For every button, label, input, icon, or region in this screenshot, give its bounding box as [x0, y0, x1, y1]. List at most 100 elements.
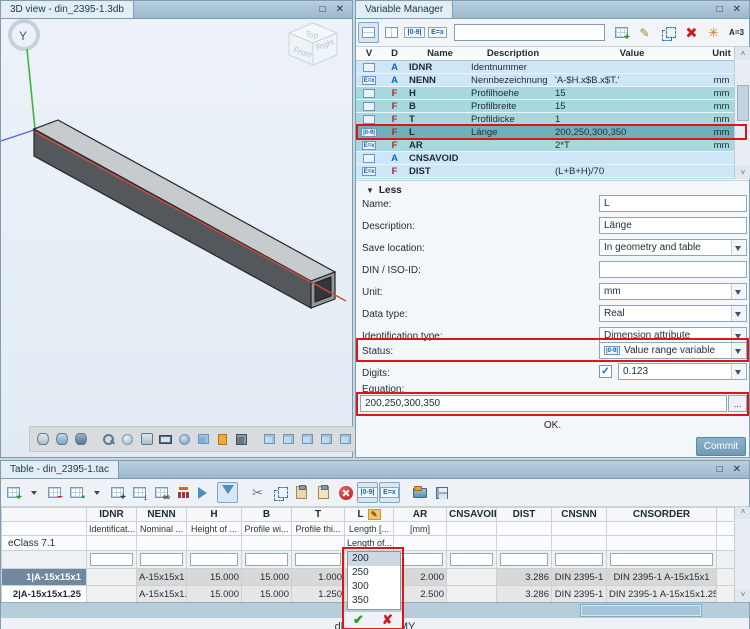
delete-variable-icon[interactable] — [680, 22, 701, 43]
delete-icon[interactable] — [335, 482, 356, 503]
col-v[interactable]: V — [356, 48, 382, 59]
chevron-down-icon[interactable] — [731, 328, 746, 343]
variable-row-b[interactable]: F B Profilbreite 15 mm — [356, 100, 734, 113]
paste-icon[interactable] — [291, 482, 312, 503]
edit-variable-icon[interactable]: ✎ — [634, 22, 655, 43]
col-cnsnn[interactable]: CNSNN — [552, 508, 607, 522]
sheet-icon[interactable] — [214, 430, 231, 449]
maximize-icon[interactable]: □ — [717, 465, 723, 475]
list-item[interactable]: 350 — [348, 594, 400, 608]
hidden-line-view-icon[interactable] — [72, 430, 89, 449]
data-type-select[interactable]: Real — [599, 305, 747, 322]
col-b[interactable]: B — [242, 508, 292, 522]
list-item[interactable]: 200 — [348, 552, 400, 566]
col-unit[interactable]: Unit — [709, 48, 734, 59]
table-tab[interactable]: Table - din_2395-1.tac — [1, 461, 119, 478]
equation-browse-button[interactable]: ... — [728, 395, 747, 412]
cancel-icon[interactable]: ✘ — [382, 612, 393, 628]
close-icon[interactable]: ✕ — [733, 465, 741, 475]
din-iso-field[interactable] — [599, 261, 747, 278]
viewport-icon[interactable] — [157, 430, 174, 449]
iso-view-4-icon[interactable] — [318, 430, 335, 449]
filter-cnsavoid[interactable] — [447, 551, 497, 569]
split-horizontal-icon[interactable] — [358, 22, 379, 43]
vm-scrollbar[interactable]: ˄ ˅ — [734, 47, 750, 179]
variable-row-nenn[interactable]: E=x A NENN Nennbezeichnung 'A-$H.x$B.x$T… — [356, 74, 734, 87]
iso-view-5-icon[interactable] — [337, 430, 354, 449]
scroll-up-icon[interactable]: ˄ — [735, 507, 750, 519]
variable-row-t[interactable]: F T Profildicke 1 mm — [356, 113, 734, 126]
col-dist[interactable]: DIST — [497, 508, 552, 522]
wireframe-view-icon[interactable] — [34, 430, 51, 449]
variable-row-idnr[interactable]: A IDNR Identnummer — [356, 61, 734, 74]
filter-h[interactable] — [187, 551, 242, 569]
expression-filter-icon[interactable]: E=x — [427, 22, 448, 43]
chevron-down-icon[interactable] — [731, 306, 746, 321]
variable-row-cnsavoid[interactable]: A CNSAVOID — [356, 152, 734, 165]
copy-variable-icon[interactable] — [657, 22, 678, 43]
section-view-icon[interactable] — [195, 430, 212, 449]
add-column-icon[interactable]: + — [107, 482, 128, 503]
list-item[interactable]: 300 — [348, 580, 400, 594]
digits-select[interactable]: 0.123 — [618, 363, 747, 380]
col-d[interactable]: D — [382, 48, 407, 59]
list-item[interactable]: 250 — [348, 566, 400, 580]
add-variable-icon[interactable]: + — [611, 22, 632, 43]
insert-table-dropdown-icon[interactable] — [88, 484, 106, 502]
variable-row-h[interactable]: F H Profilhoehe 15 mm — [356, 87, 734, 100]
less-expander[interactable]: ▼ Less — [366, 185, 402, 196]
col-name[interactable]: Name — [407, 48, 471, 59]
chevron-down-icon[interactable] — [731, 364, 746, 379]
scroll-down-icon[interactable]: ˅ — [735, 590, 750, 602]
open-table-icon[interactable] — [409, 482, 430, 503]
l-value-list[interactable]: 200 250 300 350 — [347, 551, 401, 610]
col-nenn[interactable]: NENN — [137, 508, 187, 522]
filter-nenn[interactable] — [137, 551, 187, 569]
beam-side-face[interactable] — [34, 129, 311, 308]
name-field[interactable]: L — [599, 195, 747, 212]
split-vertical-icon[interactable] — [381, 22, 402, 43]
step-right-icon[interactable] — [195, 482, 216, 503]
value-range-filter-icon[interactable]: |0-9| — [404, 22, 425, 43]
move-column-icon[interactable]: ↓ — [129, 482, 150, 503]
col-idnr[interactable]: IDNR — [87, 508, 137, 522]
col-h[interactable]: H — [187, 508, 242, 522]
paste-special-icon[interactable] — [313, 482, 334, 503]
filter-cnsorder[interactable] — [607, 551, 717, 569]
col-cnsorder[interactable]: CNSORDER — [607, 508, 717, 522]
chevron-down-icon[interactable] — [731, 284, 746, 299]
delete-row-icon[interactable]: − — [44, 482, 65, 503]
insert-table-icon[interactable]: ▪ — [66, 482, 87, 503]
iso-view-3-icon[interactable] — [299, 430, 316, 449]
filter-idnr[interactable] — [87, 551, 137, 569]
assign-value-icon[interactable]: A=3 — [726, 22, 747, 43]
accept-icon[interactable]: ✔ — [353, 612, 364, 628]
sphere-shading-icon[interactable] — [119, 430, 136, 449]
equation-field[interactable]: 200,250,300,350 — [360, 395, 727, 412]
chevron-down-icon[interactable] — [731, 240, 746, 255]
iso-view-2-icon[interactable] — [280, 430, 297, 449]
beam-top-face[interactable] — [34, 120, 335, 281]
view-cube[interactable]: Top Front Right — [289, 23, 337, 65]
close-icon[interactable]: ✕ — [336, 5, 344, 15]
col-value[interactable]: Value — [555, 48, 709, 59]
solid-view-icon[interactable] — [233, 430, 250, 449]
expression-toggle-icon[interactable]: E=x — [379, 482, 400, 503]
search-input[interactable] — [454, 24, 605, 41]
filter-dist[interactable] — [497, 551, 552, 569]
scroll-down-icon[interactable]: ˅ — [735, 166, 750, 179]
variable-row-partial[interactable]: E=x CNSNN 'DIN 2395-1' — [356, 178, 734, 179]
render-mode-icon[interactable] — [138, 430, 155, 449]
settings-icon[interactable]: ✳ — [703, 22, 724, 43]
digits-checkbox[interactable]: ✓ — [599, 365, 612, 378]
vm-scrollbar-thumb[interactable] — [737, 85, 749, 121]
status-select[interactable]: |0-9| Value range variable — [599, 342, 747, 359]
col-t[interactable]: T — [292, 508, 345, 522]
iso-view-1-icon[interactable] — [261, 430, 278, 449]
copy-icon[interactable] — [269, 482, 290, 503]
add-row-icon[interactable]: + — [3, 482, 24, 503]
close-icon[interactable]: ✕ — [733, 5, 741, 15]
col-cnsavoid[interactable]: CNSAVOID — [447, 508, 497, 522]
vm-tab[interactable]: Variable Manager — [356, 1, 453, 18]
shaded-view-icon[interactable] — [53, 430, 70, 449]
